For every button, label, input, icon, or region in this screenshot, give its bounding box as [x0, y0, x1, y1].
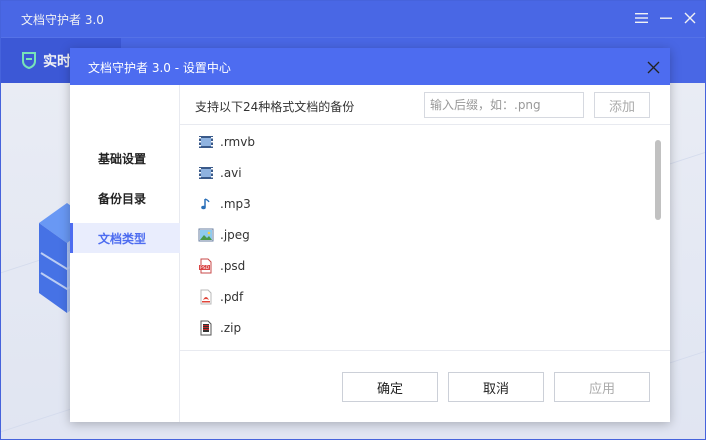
- file-extension: .jpeg: [220, 227, 250, 242]
- settings-dialog: 文档守护者 3.0 - 设置中心 基础设置 备份目录 文档类型 支持以下24种格…: [70, 48, 670, 422]
- music-file-icon: [198, 196, 214, 212]
- nav-item-label: 文档类型: [98, 231, 147, 246]
- file-extension: .mp3: [220, 196, 251, 211]
- pdf-file-icon: [198, 289, 214, 305]
- document-file-icon: [198, 351, 214, 352]
- image-file-icon: [198, 227, 214, 243]
- nav-item-label: 备份目录: [98, 191, 147, 206]
- extension-input[interactable]: [424, 92, 584, 118]
- list-item[interactable]: .pdf: [180, 281, 650, 312]
- nav-item-basic-settings[interactable]: 基础设置: [70, 143, 180, 173]
- nav-item-label: 基础设置: [98, 151, 147, 166]
- cancel-button[interactable]: 取消: [448, 372, 544, 402]
- nav-item-backup-directory[interactable]: 备份目录: [70, 183, 180, 213]
- dialog-title: 文档守护者 3.0 - 设置中心: [88, 61, 231, 75]
- settings-nav: 基础设置 备份目录 文档类型: [70, 85, 180, 422]
- file-extension: .psd: [220, 258, 246, 273]
- dialog-close-icon[interactable]: [642, 56, 664, 78]
- video-file-icon: [198, 134, 214, 150]
- document-types-panel: 支持以下24种格式文档的备份 添加 .rmvb .avi .: [180, 85, 670, 422]
- zip-file-icon: [198, 320, 214, 336]
- file-extension: .avi: [220, 165, 242, 180]
- psd-file-icon: PSD: [198, 258, 214, 274]
- ok-button[interactable]: 确定: [342, 372, 438, 402]
- apply-button[interactable]: 应用: [554, 372, 650, 402]
- list-scrollbar-thumb[interactable]: [655, 140, 661, 220]
- file-extension: .pdf: [220, 289, 244, 304]
- video-file-icon: [198, 165, 214, 181]
- nav-item-document-types[interactable]: 文档类型: [70, 223, 180, 253]
- dialog-titlebar: 文档守护者 3.0 - 设置中心: [70, 48, 670, 85]
- list-item[interactable]: .zip: [180, 312, 650, 343]
- list-item-partial[interactable]: [180, 343, 650, 352]
- list-item[interactable]: .mp3: [180, 188, 650, 219]
- file-extension: .rmvb: [220, 134, 255, 149]
- svg-text:PSD: PSD: [200, 265, 210, 271]
- list-item[interactable]: .avi: [180, 157, 650, 188]
- supported-formats-hint: 支持以下24种格式文档的备份: [195, 100, 355, 114]
- content-header: 支持以下24种格式文档的备份 添加: [180, 85, 670, 125]
- file-type-list[interactable]: .rmvb .avi .mp3 .jpeg PSD .psd .pdf .zip: [180, 126, 670, 351]
- list-item[interactable]: .jpeg: [180, 219, 650, 250]
- add-button[interactable]: 添加: [594, 92, 650, 118]
- file-extension: .zip: [220, 320, 242, 335]
- list-item[interactable]: .rmvb: [180, 126, 650, 157]
- list-item[interactable]: PSD .psd: [180, 250, 650, 281]
